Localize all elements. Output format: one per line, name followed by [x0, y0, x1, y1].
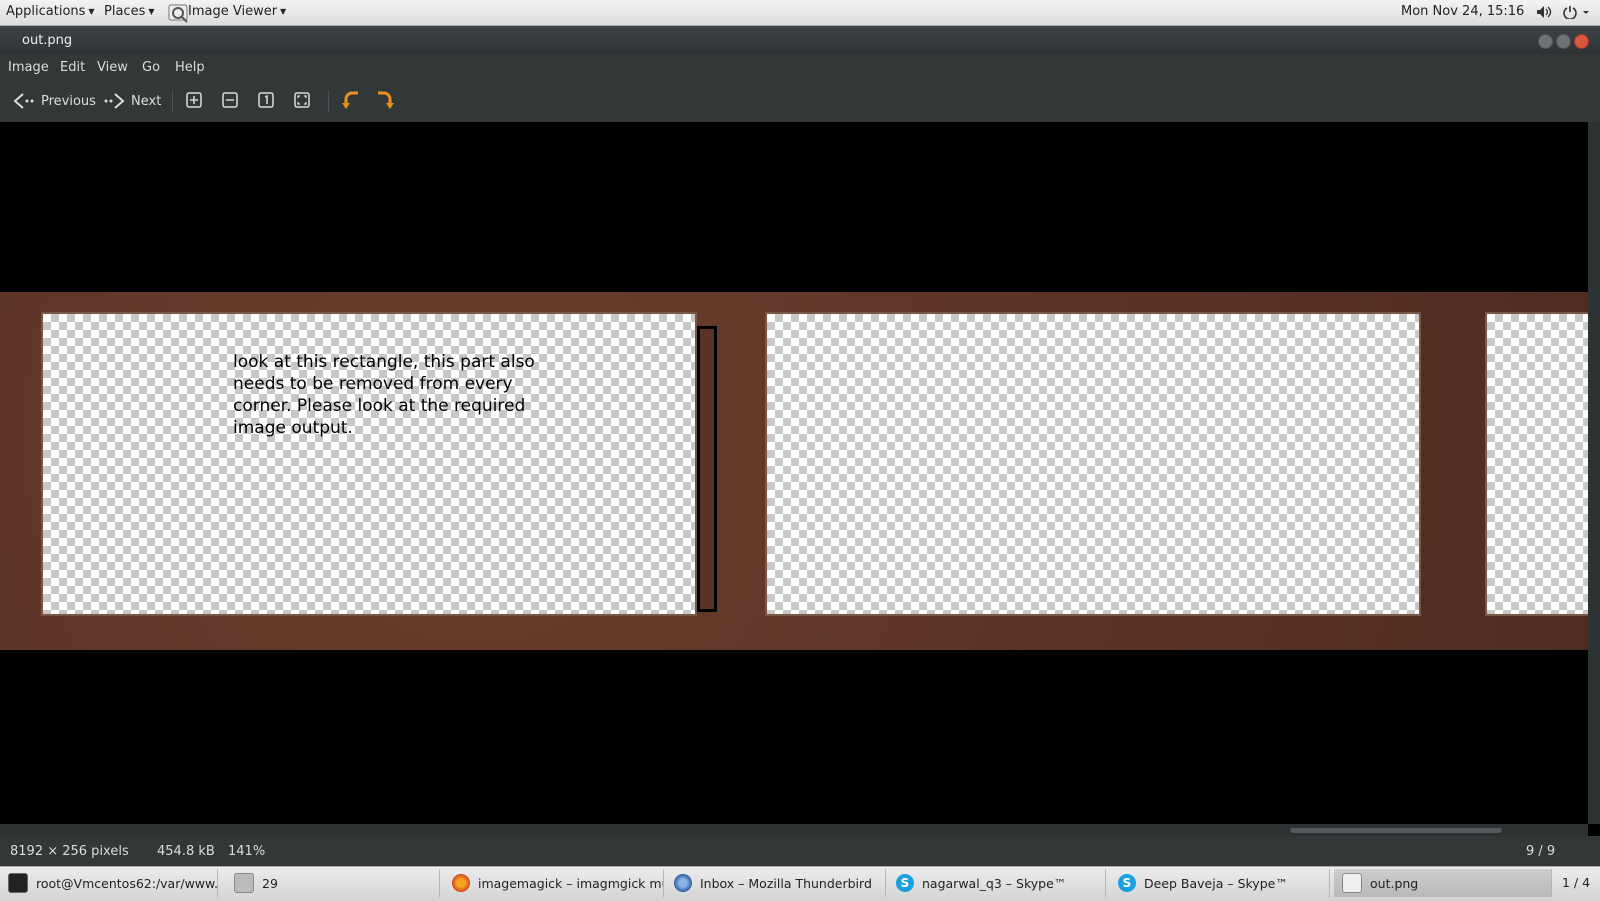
close-button[interactable] [1574, 34, 1589, 49]
previous-button[interactable]: Previous [13, 90, 96, 112]
image-viewer-icon [1342, 873, 1362, 893]
window-title: out.png [22, 33, 73, 48]
image-viewer-app-icon [168, 3, 190, 27]
menu-edit[interactable]: Edit [60, 60, 85, 75]
menu-help[interactable]: Help [175, 60, 205, 75]
task-terminal[interactable]: root@Vmcentos62:/var/www... [0, 869, 218, 897]
zoom-normal-icon[interactable] [258, 92, 274, 108]
toolbar-separator [328, 90, 329, 112]
task-label: Deep Baveja – Skype™ [1144, 875, 1288, 891]
firefox-icon [452, 874, 470, 892]
top-panel: Applications ▼ Places ▼ Image Viewer ▼ Mon … [0, 0, 1600, 26]
places-label: Places [104, 4, 146, 19]
annotation-text: look at this rectangle, this part also n… [233, 352, 535, 438]
image-strip: look at this rectangle, this part also n… [0, 292, 1588, 650]
menu-image[interactable]: Image [8, 60, 49, 75]
image-dimensions: 8192 × 256 pixels [10, 844, 129, 859]
task-skype-deep[interactable]: S Deep Baveja – Skype™ [1110, 869, 1330, 897]
toolbar-separator [172, 90, 173, 112]
window-titlebar[interactable]: out.png [0, 26, 1600, 54]
previous-label: Previous [41, 93, 96, 109]
task-thunderbird[interactable]: Inbox – Mozilla Thunderbird [666, 869, 886, 897]
zoom-in-icon[interactable] [186, 92, 202, 108]
image-viewport[interactable]: look at this rectangle, this part also n… [0, 122, 1588, 824]
taskbar: root@Vmcentos62:/var/www... 29 imagemagi… [0, 866, 1600, 901]
vertical-scrollbar[interactable] [1588, 122, 1600, 824]
task-label: Inbox – Mozilla Thunderbird [700, 875, 872, 891]
transparent-panel [1487, 314, 1588, 614]
task-firefox[interactable]: imagemagick – imagmgick mul... [444, 869, 664, 897]
task-skype-nagarwal[interactable]: S nagarwal_q3 – Skype™ [888, 869, 1106, 897]
zoom-level: 141% [228, 844, 266, 859]
task-label: root@Vmcentos62:/var/www... [36, 875, 218, 891]
task-label: 29 [262, 875, 278, 891]
workspace-pager[interactable]: 1 / 4 [1552, 869, 1600, 897]
image-viewer-menu[interactable]: Image Viewer ▼ [188, 4, 286, 19]
next-label: Next [131, 93, 162, 109]
task-label: nagarwal_q3 – Skype™ [922, 875, 1067, 891]
dropdown-arrow-icon: ▼ [148, 7, 155, 16]
next-button[interactable]: Next [103, 90, 161, 112]
statusbar: 8192 × 256 pixels 454.8 kB 141% 9 / 9 [0, 836, 1600, 866]
applications-menu[interactable]: Applications ▼ [6, 4, 95, 19]
toolbar: Previous Next [0, 80, 1600, 123]
document-icon [234, 873, 254, 893]
task-out-png[interactable]: out.png [1334, 869, 1552, 897]
task-label: out.png [1370, 875, 1419, 891]
scrollbar-thumb[interactable] [1290, 828, 1502, 833]
thunderbird-icon [674, 874, 692, 892]
previous-arrow-icon [13, 93, 34, 109]
menubar: Image Edit View Go Help [0, 54, 1600, 80]
applications-label: Applications [6, 4, 86, 19]
transparent-panel [767, 314, 1419, 614]
task-label: imagemagick – imagmgick mul... [478, 875, 663, 891]
zoom-out-icon[interactable] [222, 92, 238, 108]
maximize-button[interactable] [1556, 34, 1571, 49]
dropdown-arrow-icon: ▼ [280, 7, 287, 16]
task-file-29[interactable]: 29 [226, 869, 440, 897]
menu-view[interactable]: View [97, 60, 128, 75]
rotate-right-icon[interactable] [376, 90, 396, 110]
rotate-left-icon[interactable] [342, 90, 362, 110]
places-menu[interactable]: Places ▼ [104, 4, 155, 19]
next-arrow-icon [104, 93, 125, 109]
image-position: 9 / 9 [1526, 844, 1556, 859]
skype-icon: S [896, 874, 914, 892]
best-fit-icon[interactable] [294, 92, 310, 108]
volume-icon[interactable] [1536, 5, 1552, 23]
skype-icon: S [1118, 874, 1136, 892]
app-name-label: Image Viewer [188, 4, 278, 19]
horizontal-scrollbar[interactable] [0, 824, 1588, 836]
clock[interactable]: Mon Nov 24, 15:16 [1401, 4, 1524, 19]
power-icon[interactable] [1563, 5, 1591, 23]
minimize-button[interactable] [1538, 34, 1553, 49]
file-size: 454.8 kB [157, 844, 215, 859]
highlight-rectangle [697, 326, 717, 612]
terminal-icon [8, 873, 28, 893]
dropdown-arrow-icon: ▼ [88, 7, 95, 16]
menu-go[interactable]: Go [142, 60, 160, 75]
